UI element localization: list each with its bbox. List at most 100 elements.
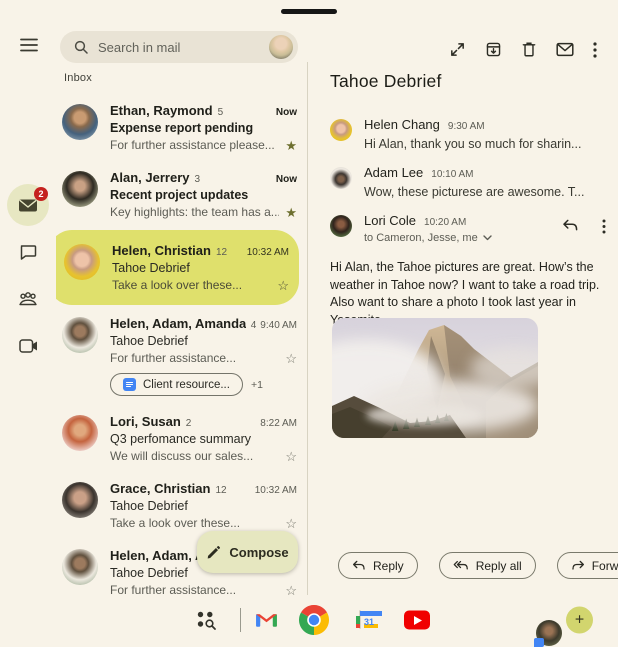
email-time: Now bbox=[272, 107, 297, 118]
email-time: 10:32 AM bbox=[243, 247, 289, 258]
message-sender: Adam Lee bbox=[364, 165, 423, 180]
message-sender: Lori Cole bbox=[364, 213, 416, 228]
reply-button[interactable]: Reply bbox=[338, 552, 418, 579]
more-options-icon[interactable] bbox=[593, 42, 597, 58]
sender-avatar bbox=[330, 215, 352, 237]
search-bar[interactable] bbox=[60, 31, 298, 63]
forward-icon bbox=[571, 560, 585, 572]
email-snippet: Take a look over these... bbox=[110, 516, 279, 530]
star-icon[interactable]: ★ bbox=[285, 139, 297, 152]
email-time: 8:22 AM bbox=[256, 418, 297, 429]
email-row[interactable]: Helen, Adam, Amanda 4 9:40 AM Tahoe Debr… bbox=[56, 307, 299, 405]
sender-avatar bbox=[62, 104, 98, 140]
attachment-label: Client resource... bbox=[143, 379, 230, 391]
star-icon[interactable]: ☆ bbox=[285, 584, 297, 597]
archive-icon[interactable] bbox=[485, 41, 502, 58]
star-icon[interactable]: ☆ bbox=[285, 450, 297, 463]
rail-item-mail[interactable]: 2 bbox=[7, 184, 49, 226]
chevron-down-icon bbox=[483, 235, 492, 241]
attachment-chip[interactable]: Client resource... bbox=[110, 373, 243, 396]
email-subject: Tahoe Debrief bbox=[112, 261, 289, 275]
attachment-extra-count: +1 bbox=[251, 379, 263, 391]
email-row[interactable]: Grace, Christian 12 10:32 AM Tahoe Debri… bbox=[56, 472, 299, 539]
video-icon bbox=[19, 339, 38, 353]
rail-item-meet[interactable] bbox=[7, 325, 49, 367]
message-time: 9:30 AM bbox=[448, 121, 485, 132]
taskbar-plus-button[interactable]: + bbox=[566, 607, 593, 634]
reply-label: Reply bbox=[373, 559, 404, 573]
email-count: 2 bbox=[186, 418, 192, 429]
message-row-expanded[interactable]: Lori Cole 10:20 AM to Cameron, Jesse, me bbox=[330, 213, 606, 244]
thread-title: Tahoe Debrief bbox=[330, 71, 442, 92]
recipients-label: to Cameron, Jesse, me bbox=[364, 232, 478, 244]
sender-avatar bbox=[62, 317, 98, 353]
rail-item-chat[interactable] bbox=[7, 231, 49, 273]
email-count: 3 bbox=[195, 174, 201, 185]
star-icon[interactable]: ★ bbox=[285, 206, 297, 219]
mail-badge: 2 bbox=[34, 187, 48, 201]
plus-icon: + bbox=[566, 607, 593, 634]
message-row[interactable]: Helen Chang 9:30 AM Hi Alan, thank you s… bbox=[330, 117, 606, 151]
sender-avatar bbox=[330, 119, 352, 141]
reply-all-label: Reply all bbox=[476, 559, 522, 573]
message-row[interactable]: Adam Lee 10:10 AM Wow, these picturese a… bbox=[330, 165, 606, 199]
email-subject: Recent project updates bbox=[110, 188, 297, 202]
reply-all-button[interactable]: Reply all bbox=[439, 552, 536, 579]
sender-avatar bbox=[62, 171, 98, 207]
mark-unread-icon[interactable] bbox=[556, 42, 574, 57]
email-row-selected[interactable]: Helen, Christian 12 10:32 AM Tahoe Debri… bbox=[56, 230, 299, 305]
sender-avatar bbox=[64, 244, 100, 280]
message-more-icon[interactable] bbox=[602, 219, 606, 234]
compose-label: Compose bbox=[229, 545, 288, 560]
email-snippet: For further assistance please... bbox=[110, 138, 279, 152]
gmail-app-icon[interactable] bbox=[255, 611, 278, 629]
star-icon[interactable]: ☆ bbox=[277, 279, 289, 292]
email-time: 10:32 AM bbox=[251, 485, 297, 496]
star-icon[interactable]: ☆ bbox=[285, 352, 297, 365]
email-count: 12 bbox=[216, 247, 227, 258]
yosemite-photo-attachment[interactable] bbox=[332, 318, 538, 438]
menu-icon[interactable] bbox=[19, 37, 39, 53]
calendar-app-icon[interactable]: 31 bbox=[359, 611, 361, 629]
email-detail-pane: Tahoe Debrief Helen Chang 9:30 AM Hi Ala… bbox=[308, 0, 618, 600]
inbox-section-label: Inbox bbox=[64, 72, 92, 84]
app-search-icon[interactable] bbox=[195, 609, 217, 631]
email-snippet: Take a look over these... bbox=[112, 278, 271, 292]
chrome-app-icon[interactable] bbox=[299, 605, 329, 635]
taskbar-divider bbox=[240, 608, 241, 632]
email-sender: Lori, Susan bbox=[110, 414, 181, 429]
compose-button[interactable]: Compose bbox=[197, 531, 298, 573]
email-sender: Grace, Christian bbox=[110, 481, 210, 496]
calendar-date-label: 31 bbox=[360, 616, 361, 628]
email-count: 5 bbox=[218, 107, 224, 118]
star-icon[interactable]: ☆ bbox=[285, 517, 297, 530]
email-subject: Tahoe Debrief bbox=[110, 499, 297, 513]
email-snippet: We will discuss our sales... bbox=[110, 449, 279, 463]
delete-icon[interactable] bbox=[521, 41, 537, 58]
sender-avatar bbox=[330, 167, 352, 189]
email-snippet: For further assistance... bbox=[110, 351, 279, 365]
detail-toolbar bbox=[449, 41, 597, 58]
email-list-pane: Inbox Ethan, Raymond 5 Now Expense repor… bbox=[56, 0, 308, 600]
youtube-app-icon[interactable] bbox=[404, 611, 430, 630]
account-avatar[interactable] bbox=[269, 35, 293, 59]
email-row[interactable]: Ethan, Raymond 5 Now Expense report pend… bbox=[56, 94, 299, 161]
recipients-toggle[interactable]: to Cameron, Jesse, me bbox=[364, 232, 562, 244]
open-in-full-icon[interactable] bbox=[449, 41, 466, 58]
message-sender: Helen Chang bbox=[364, 117, 440, 132]
rail-item-spaces[interactable] bbox=[7, 278, 49, 320]
email-row[interactable]: Lori, Susan 2 8:22 AM Q3 perfomance summ… bbox=[56, 405, 299, 472]
mail-icon bbox=[18, 197, 38, 214]
pencil-icon bbox=[206, 545, 221, 560]
message-time: 10:20 AM bbox=[424, 217, 466, 228]
email-row[interactable]: Alan, Jerrery 3 Now Recent project updat… bbox=[56, 161, 299, 228]
forward-button[interactable]: Forward bbox=[557, 552, 618, 579]
email-sender: Helen, Christian bbox=[112, 243, 211, 258]
nav-rail: 2 bbox=[0, 0, 56, 600]
yosemite-photo bbox=[332, 318, 538, 438]
taskbar: 31 + bbox=[0, 600, 618, 640]
reply-all-icon bbox=[453, 560, 469, 572]
search-input[interactable] bbox=[98, 40, 269, 55]
message-time: 10:10 AM bbox=[431, 169, 473, 180]
reply-icon[interactable] bbox=[562, 219, 579, 233]
